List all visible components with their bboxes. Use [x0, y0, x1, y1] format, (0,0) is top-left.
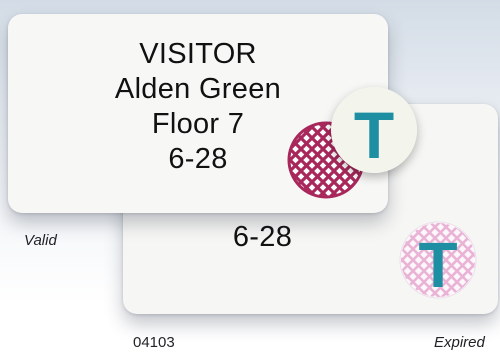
valid-t-letter: T	[354, 98, 394, 172]
expired-t-letter: T	[418, 229, 457, 300]
expired-indicator-icon: T	[398, 220, 478, 300]
expired-caption: Expired	[434, 334, 485, 351]
valid-caption: Valid	[24, 232, 57, 249]
t-circle-graphic: T	[331, 87, 417, 173]
expired-indicator-graphic: T	[399, 221, 477, 300]
valid-badge-title: VISITOR	[139, 38, 257, 70]
product-code: 04103	[133, 334, 175, 351]
t-circle-icon: T	[331, 87, 417, 173]
